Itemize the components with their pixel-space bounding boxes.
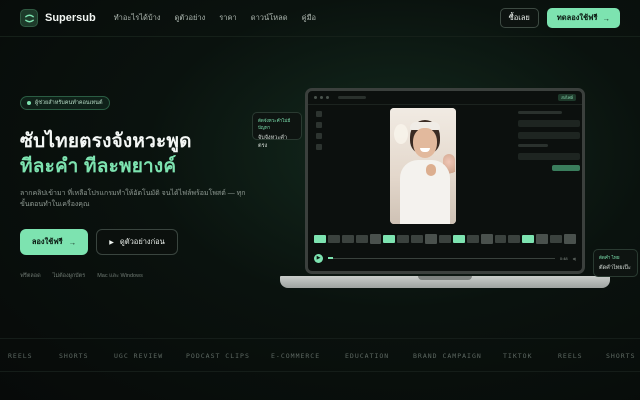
- top-nav: Supersub ทำอะไรได้บ้าง ดูตัวอย่าง ราคา ด…: [0, 0, 640, 36]
- export-chip[interactable]: ส่งไฟล์: [558, 94, 576, 101]
- hero-notes: ฟรีตลอด ไม่ต้องผูกบัตร Mac และ Windows: [20, 272, 143, 280]
- window-dot: [320, 96, 323, 99]
- nav-actions: ซื้อเลย ทดลองใช้ฟรี →: [499, 8, 620, 28]
- window-dot: [326, 96, 329, 99]
- ticker-item: SHORTS: [59, 352, 89, 360]
- panel-line: [518, 144, 548, 147]
- watch-demo-label: ดูตัวอย่างก่อน: [119, 237, 165, 246]
- arrow-right-icon: →: [68, 237, 77, 247]
- laptop-notch: [418, 276, 472, 280]
- panel-field[interactable]: [518, 120, 580, 127]
- laptop-screen: ส่งไฟล์ ▶ 0:48 ◂): [305, 88, 585, 274]
- watch-demo-button[interactable]: ▶ ดูตัวอย่างก่อน: [96, 229, 178, 255]
- nav-try-free-button[interactable]: ทดลองใช้ฟรี →: [546, 8, 620, 28]
- app-title-placeholder: [338, 96, 366, 99]
- panel-field[interactable]: [518, 153, 580, 160]
- timeline-clip[interactable]: [522, 235, 535, 243]
- timeline-clip[interactable]: [508, 235, 521, 243]
- timeline-clip[interactable]: [494, 235, 507, 243]
- tool-icon[interactable]: [316, 122, 322, 128]
- timeline-clip[interactable]: [327, 235, 340, 243]
- subtitle-side-panel: [518, 111, 580, 171]
- timeline-clip[interactable]: [314, 235, 326, 243]
- timeline-clip[interactable]: [452, 235, 465, 243]
- volume-icon[interactable]: ◂): [573, 256, 576, 261]
- note-platforms: Mac และ Windows: [97, 273, 143, 279]
- buy-button[interactable]: ซื้อเลย: [499, 8, 539, 28]
- brand-name[interactable]: Supersub: [45, 12, 96, 24]
- hero-badge: ผู้ช่วยสำหรับคนทำคอนเทนต์: [20, 96, 110, 110]
- ticker-item: BRAND CAMPAIGN: [413, 352, 482, 360]
- tool-icon[interactable]: [316, 133, 322, 139]
- play-icon[interactable]: ▶: [314, 253, 323, 263]
- note-no-card: ไม่ต้องผูกบัตร: [52, 273, 86, 279]
- tool-rail: [316, 111, 322, 211]
- nav-link-guide[interactable]: คู่มือ: [302, 12, 316, 24]
- timeline-clip[interactable]: [536, 234, 549, 244]
- nav-link-features[interactable]: ทำอะไรได้บ้าง: [114, 12, 161, 24]
- note-free: ฟรีตลอด: [20, 273, 41, 279]
- subtitle-timeline[interactable]: [314, 234, 576, 245]
- video-lamp: [394, 124, 408, 144]
- video-person-face: [413, 128, 437, 158]
- timeline-clip[interactable]: [425, 234, 438, 244]
- timeline-clip[interactable]: [397, 235, 410, 243]
- hero-title-line2: ทีละคำ ทีละพยางค์: [20, 156, 177, 177]
- nav-link-examples[interactable]: ดูตัวอย่าง: [175, 12, 206, 24]
- hero-subtitle: ลากคลิปเข้ามา ที่เหลือโปรแกรมทำให้อัตโนม…: [20, 190, 246, 208]
- video-person-hand: [426, 164, 436, 176]
- timeline-clip[interactable]: [564, 234, 576, 244]
- floating-card-right-title: ตัดคำ ไทย: [599, 255, 620, 260]
- nav-links: ทำอะไรได้บ้าง ดูตัวอย่าง ราคา ดาวน์โหลด …: [114, 12, 316, 24]
- timeline-clip[interactable]: [480, 234, 493, 244]
- timeline-clip[interactable]: [550, 235, 563, 243]
- panel-line: [518, 111, 562, 114]
- badge-label: ผู้ช่วยสำหรับคนทำคอนเทนต์: [35, 100, 103, 106]
- timeline-clip[interactable]: [411, 235, 424, 243]
- ticker-item: EDUCATION: [345, 352, 390, 360]
- floating-card-left: ตัดจังหวะคำไม่มีปัญหา จับจังหวะคำตรง: [252, 112, 302, 149]
- ticker-item: SHORTS: [606, 352, 636, 360]
- playback-progress-fill: [328, 257, 333, 259]
- try-free-label: ลองใช้ฟรี: [31, 237, 63, 246]
- ticker-item: REELS: [558, 352, 583, 360]
- floating-card-right-text: ตัดคำไทยเป๊ะ: [599, 265, 631, 271]
- nav-try-free-label: ทดลองใช้ฟรี: [556, 13, 598, 22]
- floating-card-left-title: ตัดจังหวะคำไม่มีปัญหา: [258, 118, 291, 130]
- play-icon: ▶: [109, 239, 114, 246]
- playback-progress[interactable]: [328, 257, 555, 259]
- window-dot: [314, 96, 317, 99]
- timeline-clip[interactable]: [383, 235, 396, 243]
- arrow-right-icon: →: [602, 13, 611, 23]
- nav-link-pricing[interactable]: ราคา: [219, 12, 236, 24]
- timeline-clip[interactable]: [439, 235, 451, 243]
- try-free-button[interactable]: ลองใช้ฟรี →: [20, 229, 88, 255]
- video-person-body: [400, 160, 450, 224]
- timeline-clip[interactable]: [341, 235, 354, 243]
- floating-card-right: ตัดคำ ไทย ตัดคำไทยเป๊ะ: [593, 249, 638, 277]
- use-case-ticker: REELS SHORTS UGC REVIEW PODCAST CLIPS E-…: [0, 338, 640, 372]
- playback-bar: ▶ 0:48 ◂): [314, 252, 576, 264]
- app-titlebar: ส่งไฟล์: [308, 91, 582, 105]
- tool-icon[interactable]: [316, 144, 322, 150]
- ticker-item: PODCAST CLIPS: [186, 352, 250, 360]
- ticker-item: E-COMMERCE: [271, 352, 321, 360]
- ticker-item: TIKTOK: [503, 352, 533, 360]
- floating-card-left-text: จับจังหวะคำตรง: [258, 135, 288, 149]
- nav-divider: [0, 36, 640, 37]
- panel-apply-button[interactable]: [552, 165, 580, 171]
- video-preview[interactable]: [390, 108, 456, 224]
- nav-link-download[interactable]: ดาวน์โหลด: [251, 12, 288, 24]
- ticker-item: UGC REVIEW: [114, 352, 164, 360]
- timeline-clip[interactable]: [466, 235, 479, 243]
- tool-icon[interactable]: [316, 111, 322, 117]
- logo-icon[interactable]: [20, 9, 38, 27]
- badge-dot-icon: [27, 101, 31, 105]
- timeline-clip[interactable]: [355, 235, 368, 243]
- ticker-item: REELS: [8, 352, 33, 360]
- timeline-clip[interactable]: [369, 234, 382, 244]
- panel-field[interactable]: [518, 132, 580, 139]
- playback-time: 0:48: [559, 255, 568, 261]
